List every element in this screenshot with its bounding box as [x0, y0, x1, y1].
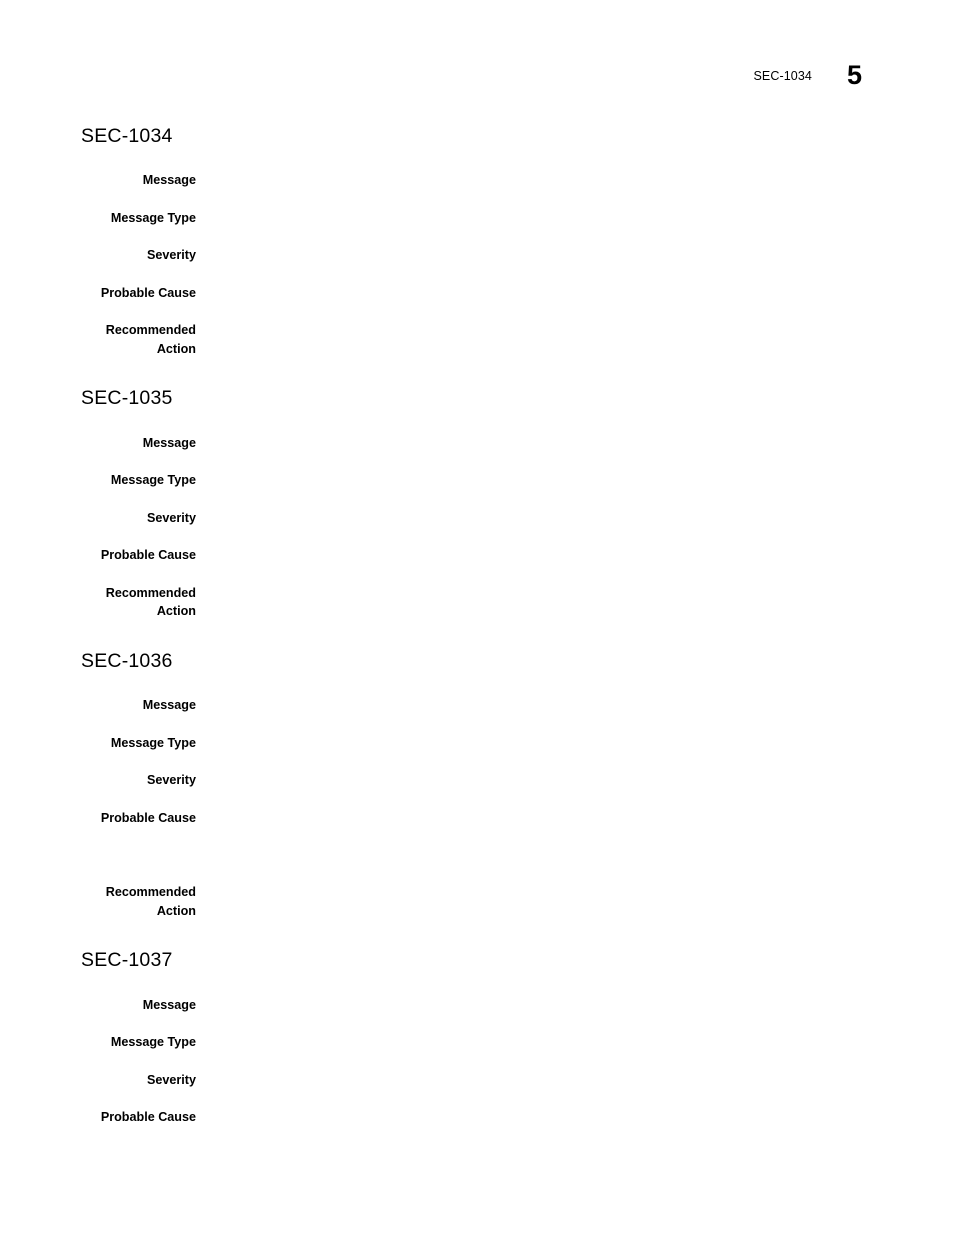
- field-label: Severity: [146, 248, 196, 263]
- field-label: Probable Cause: [100, 548, 196, 563]
- page-body: SEC-1034 Message Message Type Severity P…: [0, 126, 954, 1127]
- spacer: [0, 1014, 954, 1033]
- field-label: Message Type: [110, 1035, 196, 1050]
- field-value: [196, 284, 954, 302]
- field-row-recommended-action: Recommended Action: [0, 321, 954, 358]
- field-value: [196, 809, 954, 827]
- field-value: [196, 734, 954, 752]
- spacer: [0, 490, 954, 509]
- field-label: Severity: [146, 510, 196, 525]
- field-list: Message Message Type Severity Probable C…: [0, 171, 954, 358]
- field-value: [196, 434, 954, 452]
- field-value: [196, 883, 954, 901]
- document-page: SEC-1034 5 SEC-1034 Message Message Type: [0, 0, 954, 1235]
- field-label: Message: [142, 997, 196, 1012]
- spacer: [0, 527, 954, 546]
- field-value: [196, 584, 954, 602]
- field-label: Probable Cause: [100, 285, 196, 300]
- field-label: Message: [142, 698, 196, 713]
- spacer: [0, 715, 954, 734]
- section-heading: SEC-1034: [81, 125, 173, 147]
- field-row-probable-cause: Probable Cause: [0, 284, 954, 303]
- field-value: [196, 696, 954, 714]
- field-row-message-type: Message Type: [0, 471, 954, 490]
- field-row-message-type: Message Type: [0, 734, 954, 753]
- field-list: Message Message Type Severity Probable C…: [0, 996, 954, 1127]
- section-heading: SEC-1037: [81, 949, 173, 972]
- field-label: Message: [142, 173, 196, 188]
- spacer: [0, 265, 954, 284]
- field-label: Probable Cause: [100, 810, 196, 825]
- section-sec-1035: SEC-1035 Message Message Type Severity P…: [0, 388, 954, 620]
- field-row-recommended-action: Recommended Action: [0, 584, 954, 621]
- field-value: [196, 209, 954, 227]
- field-list: Message Message Type Severity Probable C…: [0, 434, 954, 621]
- field-row-severity: Severity: [0, 1071, 954, 1090]
- section-sec-1034: SEC-1034 Message Message Type Severity P…: [0, 126, 954, 358]
- field-list: Message Message Type Severity Probable C…: [0, 696, 954, 920]
- field-row-probable-cause: Probable Cause: [0, 546, 954, 565]
- field-row-message: Message: [0, 996, 954, 1015]
- field-label: Message: [142, 435, 196, 450]
- field-row-probable-cause: Probable Cause: [0, 809, 954, 828]
- field-value: [196, 509, 954, 527]
- field-label: Message Type: [110, 210, 196, 225]
- field-label: Severity: [146, 773, 196, 788]
- section-sec-1037: SEC-1037 Message Message Type Severity P…: [0, 950, 954, 1126]
- spacer: [0, 827, 954, 883]
- page-running-header: SEC-1034 5: [753, 58, 862, 89]
- field-value: [196, 1108, 954, 1126]
- field-value: [196, 1071, 954, 1089]
- field-label: Recommended Action: [105, 585, 196, 619]
- page-number: 5: [846, 60, 862, 90]
- field-row-message: Message: [0, 171, 954, 190]
- field-value: [196, 321, 954, 339]
- field-value: [196, 471, 954, 489]
- field-value: [196, 771, 954, 789]
- field-value: [196, 171, 954, 189]
- spacer: [0, 302, 954, 321]
- field-label: Recommended Action: [105, 885, 196, 918]
- spacer: [0, 227, 954, 246]
- field-label: Message Type: [110, 735, 196, 750]
- spacer: [0, 452, 954, 471]
- spacer: [0, 190, 954, 209]
- spacer: [0, 565, 954, 584]
- field-row-severity: Severity: [0, 246, 954, 265]
- field-row-severity: Severity: [0, 509, 954, 528]
- spacer: [0, 752, 954, 771]
- spacer: [0, 790, 954, 809]
- spacer: [0, 1089, 954, 1108]
- field-label: Recommended Action: [105, 323, 196, 356]
- field-label: Message Type: [110, 473, 196, 488]
- spacer: [0, 1052, 954, 1071]
- field-row-severity: Severity: [0, 771, 954, 790]
- field-value: [196, 246, 954, 264]
- field-row-message-type: Message Type: [0, 1033, 954, 1052]
- field-row-probable-cause: Probable Cause: [0, 1108, 954, 1127]
- field-value: [196, 996, 954, 1014]
- field-row-message: Message: [0, 434, 954, 453]
- section-sec-1036: SEC-1036 Message Message Type Severity P…: [0, 649, 954, 920]
- field-row-message: Message: [0, 696, 954, 715]
- header-chapter-label: SEC-1034: [753, 69, 812, 83]
- field-label: Severity: [146, 1072, 196, 1087]
- field-value: [196, 1033, 954, 1051]
- field-row-recommended-action: Recommended Action: [0, 883, 954, 920]
- section-heading: SEC-1035: [81, 387, 173, 410]
- field-row-message-type: Message Type: [0, 209, 954, 228]
- field-value: [196, 546, 954, 564]
- section-heading: SEC-1036: [81, 649, 173, 672]
- field-label: Probable Cause: [100, 1110, 196, 1125]
